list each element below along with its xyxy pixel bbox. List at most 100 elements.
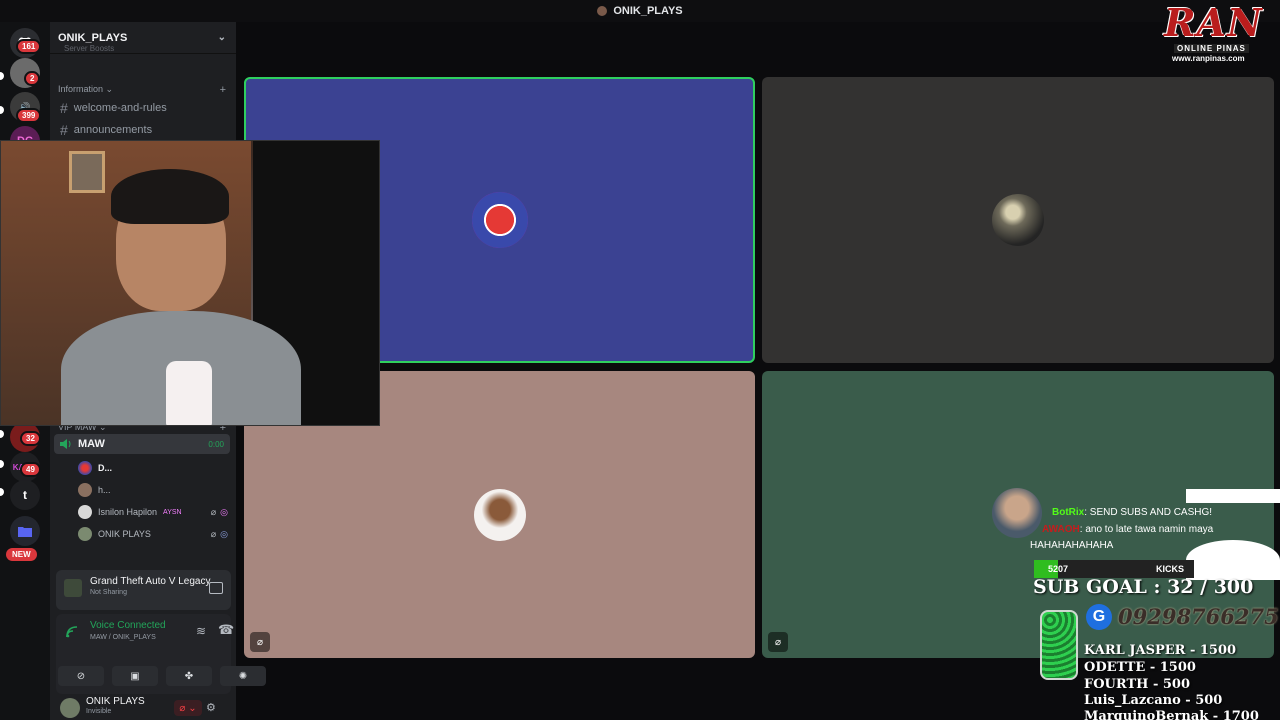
avatar	[78, 527, 92, 541]
logo-url: www.ranpinas.com	[1172, 54, 1245, 63]
avatar	[78, 483, 92, 497]
sub-goal: SUB GOAL : 32 / 300	[1033, 576, 1254, 598]
category-information[interactable]: Information ⌄ +	[58, 84, 226, 96]
voice-user-name: D...	[98, 463, 113, 473]
mic-muted-icon: ⌀	[210, 506, 217, 517]
activity-title: Grand Theft Auto V Legacy	[90, 576, 211, 587]
screen-share-button[interactable]: ▣	[112, 666, 158, 686]
unread-pip	[0, 430, 4, 438]
server-t-icon[interactable]: t	[10, 480, 40, 510]
window-title: ONIK_PLAYS	[613, 5, 683, 17]
webcam-overlay	[0, 140, 380, 426]
channel-name: announcements	[73, 124, 153, 136]
server-name: ONIK_PLAYS	[58, 31, 128, 44]
title-bar: ONIK_PLAYS	[0, 0, 1280, 22]
category-label: Information	[58, 84, 104, 94]
screen-share-icon: ▣	[130, 670, 140, 682]
donor-entry: KARL JASPER - 1500	[1084, 643, 1237, 658]
disconnect-icon[interactable]: ☎	[218, 622, 234, 638]
unread-pip	[0, 460, 4, 468]
channel-welcome-and-rules[interactable]: # welcome-and-rules	[58, 98, 228, 118]
video-tile[interactable]	[762, 77, 1274, 363]
mug	[166, 361, 212, 425]
unread-badge: 49	[20, 462, 41, 477]
controller-icon: ◎	[220, 506, 228, 517]
new-badge-icon: NEW	[6, 548, 37, 561]
voice-channel-name: MAW	[78, 438, 105, 450]
chevron-down-icon: ⌄	[217, 32, 226, 43]
voice-user-name: h...	[98, 485, 111, 495]
share-screen-icon[interactable]	[209, 582, 223, 594]
gcash-icon: G	[1086, 604, 1112, 630]
server-t-label: t	[23, 488, 27, 502]
unread-pip	[0, 488, 4, 496]
mic-muted-icon: ⌀	[210, 528, 217, 539]
voice-timer: 0:00	[208, 439, 224, 449]
soundboard-button[interactable]: ✺	[220, 666, 266, 686]
chat-message: : SEND SUBS AND CASHG!	[1084, 507, 1213, 518]
unread-badge: 2	[24, 71, 41, 86]
activities-button[interactable]: ✤	[166, 666, 212, 686]
controller-icon: ◎	[220, 528, 228, 539]
server-boosts-link[interactable]: Server Boosts	[64, 44, 114, 52]
channel-announcements[interactable]: # announcements	[58, 120, 228, 140]
voice-status: Voice Connected	[90, 620, 166, 631]
avatar[interactable]	[60, 698, 80, 718]
donor-entry: Luis_Lazcano - 500	[1084, 693, 1223, 708]
camera-toggle-button[interactable]: ⊘	[58, 666, 104, 686]
donor-entry: FOURTH - 500	[1084, 677, 1191, 692]
kicks-label: KICKS	[1155, 564, 1184, 574]
game-icon	[64, 579, 82, 597]
wall-picture	[69, 151, 105, 193]
gcash-number: 09298766275	[1118, 604, 1279, 629]
hash-icon: #	[60, 100, 68, 116]
add-channel-icon[interactable]: +	[220, 84, 226, 96]
ran-online-logo: RAN ONLINE PINAS www.ranpinas.com	[1144, 0, 1276, 64]
voice-user[interactable]: h...	[78, 480, 228, 500]
channel-name: welcome-and-rules	[73, 102, 167, 114]
mic-muted-icon: ⌀	[768, 632, 788, 652]
mic-muted-icon[interactable]: ⌀ ⌄	[174, 700, 202, 716]
settings-gear-icon[interactable]: ⚙	[206, 701, 216, 714]
logo-main: RAN	[1164, 0, 1263, 45]
voice-connection-panel: Voice Connected MAW / ONIK_PLAYS ≋ ☎ ⊘ ▣…	[56, 614, 266, 694]
voice-location[interactable]: MAW / ONIK_PLAYS	[90, 634, 156, 641]
app-window: ONIK_PLAYS 161 2 🔊 399 DC 32 KAIYE 49 t …	[0, 0, 1280, 720]
signal-icon	[66, 626, 78, 638]
activity-status: Not Sharing	[90, 589, 127, 596]
voice-channel-maw[interactable]: MAW 0:00	[54, 434, 230, 454]
avatar	[78, 505, 92, 519]
chat-username: BotRix	[1052, 507, 1085, 518]
stream-chat-overlay: BotRix: SEND SUBS AND CASHG! AWAOH: ano …	[990, 488, 1280, 552]
voice-user[interactable]: D...	[78, 458, 228, 478]
soundboard-icon: ✺	[238, 670, 248, 682]
activity-panel: Grand Theft Auto V Legacy Not Sharing	[56, 570, 231, 610]
voice-user[interactable]: ONIK PLAYS ⌀ ◎	[78, 524, 228, 544]
avatar	[473, 488, 526, 541]
donor-entry: ODETTE - 1500	[1084, 660, 1196, 675]
streamer-hair	[111, 169, 229, 224]
voice-user[interactable]: Isnilon Hapilon AYSN ⌀ ◎	[78, 502, 228, 522]
chat-message: : ano to late tawa namin maya	[1079, 524, 1214, 535]
donation-jar-icon	[1040, 610, 1078, 680]
unread-badge: 32	[20, 431, 41, 446]
avatar	[992, 194, 1044, 246]
chat-message: HAHAHAHAHAHA	[1030, 540, 1114, 551]
unread-pip	[0, 72, 4, 80]
kicks-count: 5207	[1048, 564, 1069, 574]
title-avatar-icon	[597, 6, 608, 16]
avatar	[78, 461, 92, 475]
unread-badge: 399	[16, 108, 42, 123]
voice-user-name: Isnilon Hapilon	[98, 507, 158, 517]
speaker-icon	[60, 439, 71, 449]
avatar	[471, 192, 528, 248]
mic-muted-icon: ⌀	[250, 632, 270, 652]
activities-icon: ✤	[184, 670, 194, 682]
chat-username: AWAOH	[1042, 524, 1080, 535]
folder-icon[interactable]	[10, 516, 40, 546]
chat-avatar	[992, 488, 1042, 538]
user-status: Invisible	[86, 708, 112, 715]
logo-sub: ONLINE PINAS	[1174, 44, 1249, 53]
donor-entry: MarquinoBernak - 1700	[1084, 709, 1259, 720]
noise-suppression-icon[interactable]: ≋	[196, 624, 206, 638]
